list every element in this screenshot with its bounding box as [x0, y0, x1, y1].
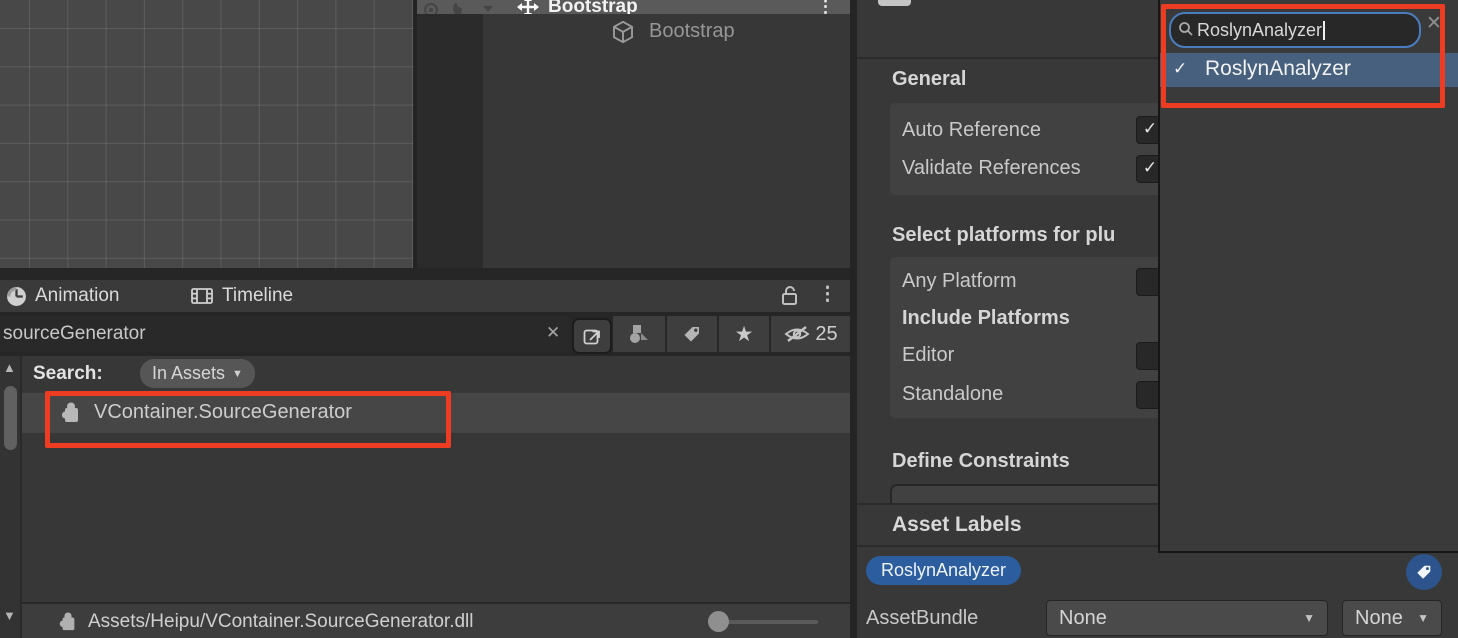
bottom-tabbar: Animation Timeline ⋮: [0, 280, 850, 312]
search-scope-value: In Assets: [152, 363, 225, 384]
project-search-input[interactable]: sourceGenerator ✕: [0, 316, 570, 352]
chevron-down-icon: ▼: [232, 368, 243, 380]
filter-by-label-button[interactable]: [667, 316, 717, 352]
scene-visibility-icon[interactable]: [423, 2, 439, 14]
unlock-icon[interactable]: [779, 284, 799, 308]
label-option-row[interactable]: ✓ RoslynAnalyzer: [1160, 53, 1458, 87]
checkmark-icon: ✓: [1173, 59, 1187, 79]
expand-caret-icon[interactable]: [481, 2, 495, 14]
label-search-input[interactable]: RoslynAnalyzer: [1169, 12, 1421, 48]
vertical-scrollbar[interactable]: ▲ ▼: [0, 356, 22, 638]
favorites-button[interactable]: ★: [719, 316, 769, 352]
text-cursor: [1323, 21, 1325, 40]
editor-label: Editor: [902, 344, 954, 367]
asset-label-popup: RoslynAnalyzer ✕ ✓ RoslynAnalyzer: [1158, 0, 1458, 553]
hidden-packages-toggle[interactable]: 25: [771, 316, 850, 352]
tag-icon: [682, 324, 702, 344]
scroll-down-icon[interactable]: ▼: [3, 608, 16, 623]
prefab-title: Bootstrap: [548, 0, 638, 14]
asset-labels-header: Asset Labels: [892, 513, 1022, 537]
define-constraints-header: Define Constraints: [892, 450, 1070, 473]
filter-by-type-button[interactable]: [613, 316, 665, 352]
zoom-slider-knob[interactable]: [708, 611, 729, 632]
prefab-gizmo-icon: [517, 0, 539, 14]
shapes-filter-icon: [628, 324, 650, 344]
clock-icon: [6, 286, 27, 307]
assetbundle-variant-dropdown[interactable]: None ▼: [1342, 600, 1442, 636]
assetbundle-value: None: [1059, 607, 1107, 630]
project-status-bar: Assets/Heipu/VContainer.SourceGenerator.…: [22, 602, 850, 638]
label-option-text: RoslynAnalyzer: [1205, 57, 1351, 81]
project-search-value: sourceGenerator: [3, 323, 146, 345]
cube-icon: [611, 20, 635, 44]
search-result-label: VContainer.SourceGenerator: [94, 401, 352, 424]
scene-grid-view[interactable]: [0, 0, 413, 268]
asset-label-pill[interactable]: RoslynAnalyzer: [866, 556, 1021, 585]
open-in-window-icon: [582, 326, 602, 346]
scene-picking-icon[interactable]: [449, 2, 465, 14]
search-scope-dropdown[interactable]: In Assets ▼: [140, 359, 255, 388]
tab-timeline-label: Timeline: [222, 285, 293, 307]
prefab-mode-header-bar: Bootstrap ⋮: [417, 0, 850, 14]
assetbundle-variant-value: None: [1355, 607, 1403, 630]
hierarchy-gutter: [417, 14, 483, 268]
scroll-up-icon[interactable]: ▲: [3, 360, 16, 375]
platforms-section-header: Select platforms for plu: [892, 224, 1115, 247]
selected-asset-path: Assets/Heipu/VContainer.SourceGenerator.…: [88, 611, 474, 633]
panel-divider: [0, 268, 850, 280]
chevron-down-icon: ▼: [1303, 611, 1315, 625]
chevron-down-icon: ▼: [1417, 611, 1429, 625]
unity-editor-screenshot: Bootstrap ⋮ Bootstrap Animation: [0, 0, 1458, 638]
add-label-button[interactable]: [1406, 554, 1442, 590]
search-icon: [1178, 21, 1194, 37]
tab-timeline[interactable]: Timeline: [190, 280, 293, 312]
hidden-count: 25: [815, 323, 837, 346]
kebab-menu-icon[interactable]: ⋮: [818, 283, 838, 306]
tab-animation-label: Animation: [35, 285, 120, 307]
assetbundle-label: AssetBundle: [866, 607, 978, 630]
validate-references-label: Validate References: [902, 157, 1081, 180]
any-platform-label: Any Platform: [902, 270, 1016, 293]
tag-icon: [1415, 563, 1433, 581]
star-icon: ★: [735, 322, 754, 347]
hierarchy-item-bootstrap[interactable]: Bootstrap: [483, 16, 850, 48]
tab-animation[interactable]: Animation: [6, 280, 120, 312]
open-search-window-button[interactable]: [572, 318, 612, 354]
search-result-row[interactable]: VContainer.SourceGenerator: [22, 393, 850, 433]
film-icon: [190, 286, 214, 306]
general-section-header: General: [892, 68, 966, 91]
standalone-label: Standalone: [902, 383, 1003, 406]
project-search-toolbar: sourceGenerator ✕: [0, 316, 850, 352]
search-scope-label: Search:: [33, 363, 103, 385]
asset-label-pill-text: RoslynAnalyzer: [881, 560, 1006, 581]
include-platforms-header: Include Platforms: [902, 307, 1070, 330]
eye-slash-icon: [783, 324, 811, 344]
label-search-value: RoslynAnalyzer: [1197, 20, 1322, 41]
plugin-puzzle-icon: [58, 611, 78, 633]
hierarchy-panel: Bootstrap ⋮ Bootstrap: [417, 0, 850, 268]
partial-button[interactable]: [878, 0, 911, 6]
clear-search-icon[interactable]: ✕: [546, 323, 560, 343]
kebab-menu-icon[interactable]: ⋮: [817, 0, 834, 14]
zoom-slider-track[interactable]: [716, 620, 818, 624]
auto-reference-label: Auto Reference: [902, 119, 1041, 142]
scrollbar-thumb[interactable]: [4, 386, 17, 450]
hierarchy-item-label: Bootstrap: [649, 20, 735, 43]
plugin-puzzle-icon: [60, 401, 82, 425]
clear-search-icon[interactable]: ✕: [1426, 12, 1442, 35]
assetbundle-dropdown[interactable]: None ▼: [1046, 600, 1328, 636]
